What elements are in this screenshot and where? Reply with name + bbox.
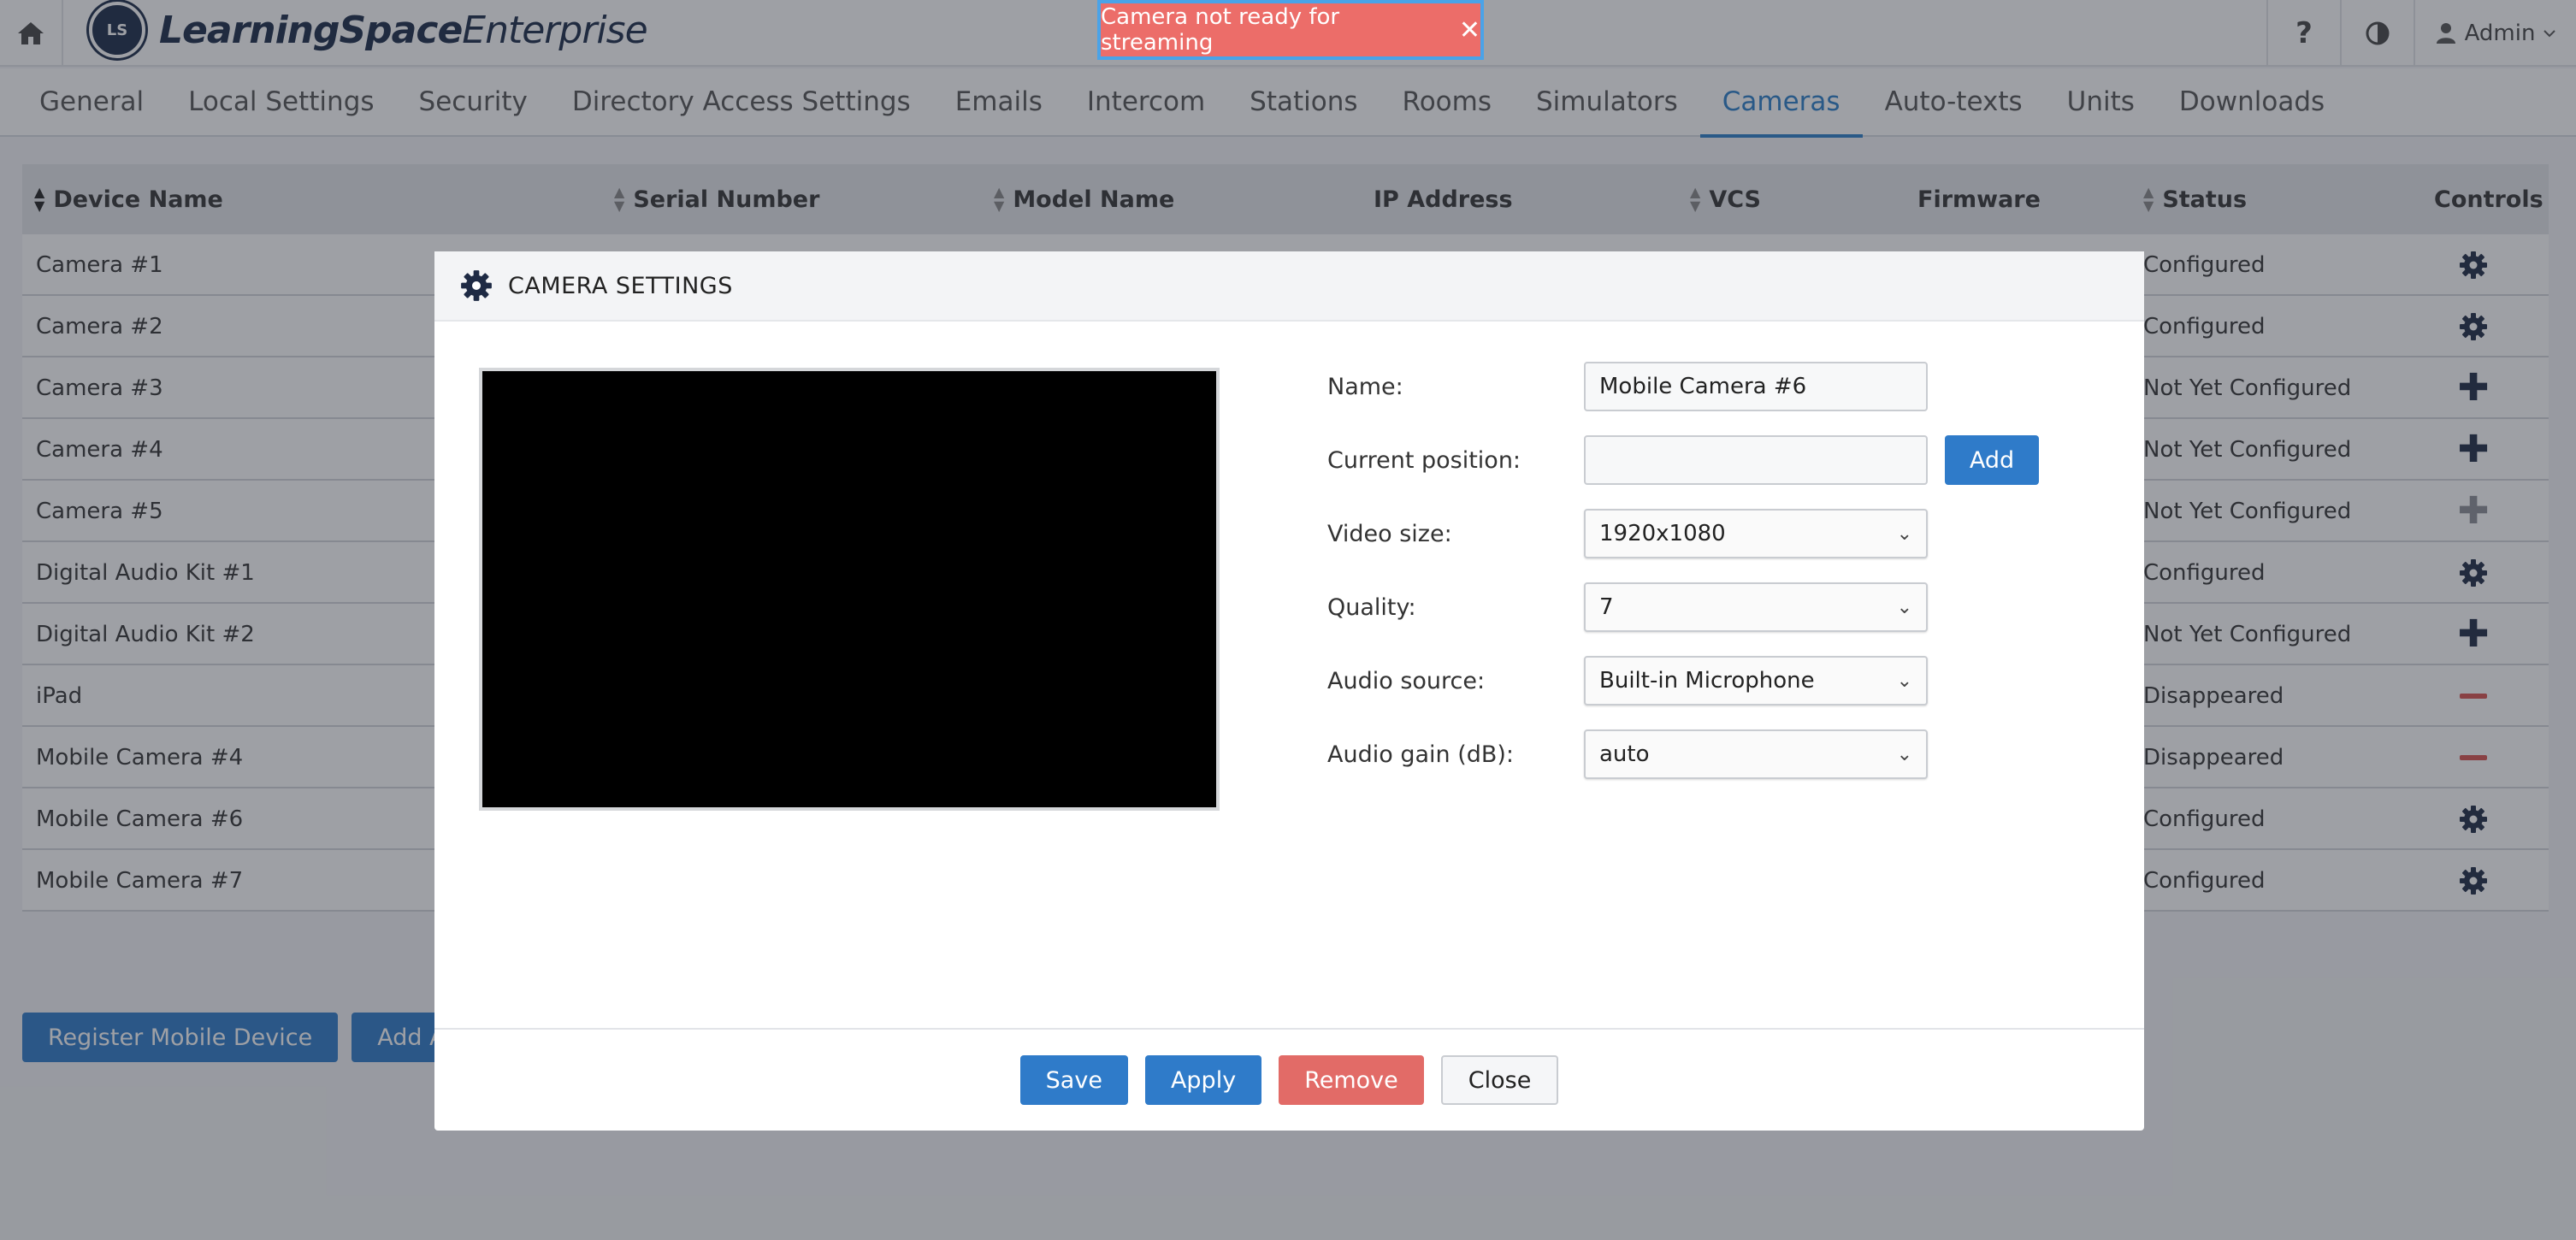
quality-row: Quality: 7 ⌄ [1327,582,1928,633]
position-row: Current position: Add [1327,434,2039,486]
dialog-title: CAMERA SETTINGS [508,272,733,299]
audio-source-label: Audio source: [1327,667,1486,694]
chevron-down-icon: ⌄ [1896,670,1912,692]
camera-settings-dialog: CAMERA SETTINGS Name: Current position: … [434,251,2144,1131]
dialog-footer: Save Apply Remove Close [434,1028,2144,1131]
name-label: Name: [1327,373,1403,400]
save-button[interactable]: Save [1019,1055,1128,1105]
position-input[interactable] [1584,435,1928,485]
quality-label: Quality: [1327,593,1416,621]
audio-gain-row: Audio gain (dB): auto ⌄ [1327,729,1928,780]
toast-message: Camera not ready for streaming [1101,4,1340,56]
quality-select[interactable]: 7 ⌄ [1584,582,1928,632]
name-input[interactable] [1584,362,1928,411]
camera-preview [479,368,1220,811]
chevron-down-icon: ⌄ [1896,743,1912,765]
chevron-down-icon: ⌄ [1896,523,1912,545]
video-size-select[interactable]: 1920x1080 ⌄ [1584,509,1928,558]
close-icon[interactable]: ✕ [1459,15,1480,45]
close-button[interactable]: Close [1440,1055,1559,1105]
apply-button[interactable]: Apply [1144,1055,1262,1105]
video-size-label: Video size: [1327,520,1452,547]
error-toast: Camera not ready for streaming ✕ [1097,0,1484,60]
remove-button[interactable]: Remove [1279,1055,1424,1105]
name-row: Name: [1327,361,1928,412]
position-label: Current position: [1327,446,1521,474]
audio-gain-select[interactable]: auto ⌄ [1584,729,1928,779]
video-size-row: Video size: 1920x1080 ⌄ [1327,508,1928,559]
add-position-button[interactable]: Add [1945,435,2039,485]
dialog-header: CAMERA SETTINGS [434,251,2144,322]
audio-source-row: Audio source: Built-in Microphone ⌄ [1327,655,1928,706]
gear-icon [460,269,493,302]
chevron-down-icon: ⌄ [1896,596,1912,618]
audio-gain-label: Audio gain (dB): [1327,741,1515,768]
audio-source-select[interactable]: Built-in Microphone ⌄ [1584,656,1928,706]
